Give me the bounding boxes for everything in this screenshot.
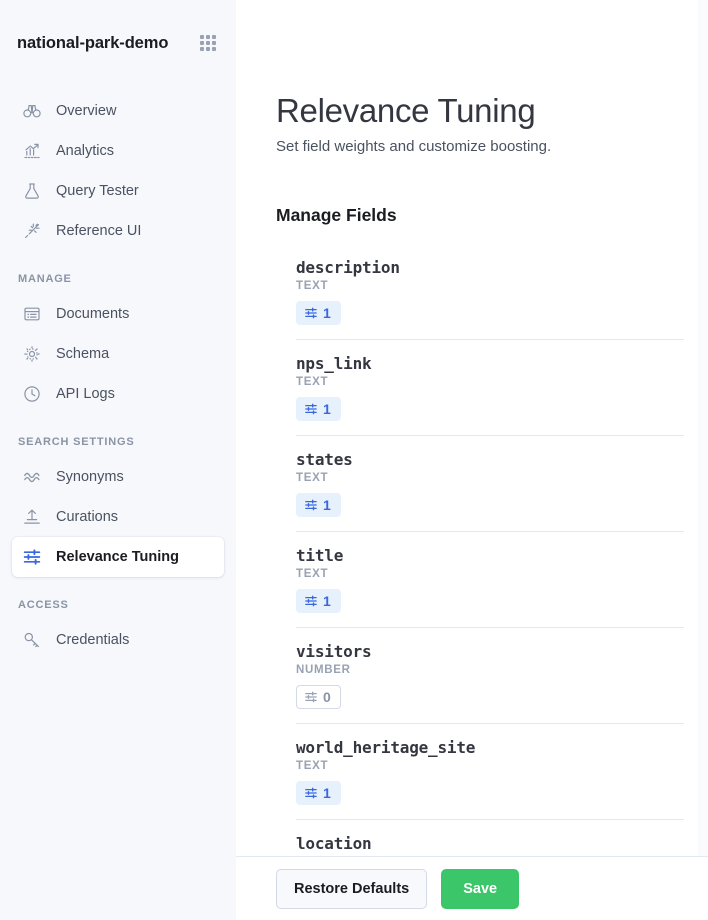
sidebar-group-label: SEARCH SETTINGS [0, 436, 236, 448]
field-weight-badge[interactable]: 0 [296, 685, 341, 709]
sidebar-item-label: Overview [56, 103, 116, 119]
sliders-icon [304, 594, 318, 608]
sidebar-item-synonyms[interactable]: Synonyms [12, 457, 224, 497]
key-icon [22, 630, 42, 650]
sidebar-item-label: Schema [56, 346, 109, 362]
field-row: title TEXT 1 [296, 532, 684, 628]
sidebar-item-reference-ui[interactable]: Reference UI [12, 211, 224, 251]
sidebar-item-analytics[interactable]: Analytics [12, 131, 224, 171]
sidebar-item-schema[interactable]: Schema [12, 334, 224, 374]
app-root: national-park-demo Overview Analytics Quer… [0, 0, 708, 920]
sidebar-group-label: ACCESS [0, 599, 236, 611]
field-type: TEXT [296, 280, 684, 292]
sidebar: national-park-demo Overview Analytics Quer… [0, 0, 236, 920]
sidebar-item-curations[interactable]: Curations [12, 497, 224, 537]
sliders-icon [304, 402, 318, 416]
grid-dot [212, 35, 216, 39]
main-scroll-area: Relevance Tuning Set field weights and c… [236, 0, 708, 920]
field-name: states [296, 450, 684, 469]
field-type: TEXT [296, 760, 684, 772]
grid-dot [200, 47, 204, 51]
clock-icon [22, 384, 42, 404]
sidebar-item-relevance-tuning[interactable]: Relevance Tuning [12, 537, 224, 577]
engine-name: national-park-demo [17, 34, 168, 53]
sidebar-item-documents[interactable]: Documents [12, 294, 224, 334]
sidebar-item-label: Synonyms [56, 469, 124, 485]
tilde-icon [22, 467, 42, 487]
gear-icon [22, 344, 42, 364]
chart-arrow-icon [22, 141, 42, 161]
sidebar-nav: Overview Analytics Query Tester Reference U… [0, 91, 236, 660]
sidebar-item-label: Relevance Tuning [56, 549, 179, 565]
field-name: visitors [296, 642, 684, 661]
grid-apps-icon[interactable] [200, 35, 216, 51]
action-bar: Restore Defaults Save [236, 856, 708, 920]
field-type: TEXT [296, 472, 684, 484]
field-name: description [296, 258, 684, 277]
field-row: nps_link TEXT 1 [296, 340, 684, 436]
sidebar-item-overview[interactable]: Overview [12, 91, 224, 131]
field-row: visitors NUMBER 0 [296, 628, 684, 724]
field-weight-value: 1 [323, 593, 331, 609]
sidebar-item-label: API Logs [56, 386, 115, 402]
main-content: Relevance Tuning Set field weights and c… [236, 0, 708, 920]
sliders-icon [304, 690, 318, 704]
field-name: location [296, 834, 684, 853]
grid-dot [206, 41, 210, 45]
sliders-icon [304, 498, 318, 512]
grid-dot [200, 35, 204, 39]
field-name: world_heritage_site [296, 738, 684, 757]
field-name: nps_link [296, 354, 684, 373]
field-type: TEXT [296, 568, 684, 580]
field-weight-badge[interactable]: 1 [296, 589, 341, 613]
scroll-gutter[interactable] [698, 0, 708, 920]
grid-dot [206, 47, 210, 51]
document-list-icon [22, 304, 42, 324]
field-type: TEXT [296, 376, 684, 388]
field-weight-badge[interactable]: 1 [296, 781, 341, 805]
page-title: Relevance Tuning [276, 93, 696, 129]
sidebar-item-label: Documents [56, 306, 129, 322]
field-weight-value: 1 [323, 497, 331, 513]
save-button[interactable]: Save [441, 869, 519, 909]
field-weight-value: 1 [323, 401, 331, 417]
sliders-icon [304, 786, 318, 800]
field-list: description TEXT 1 nps_link TEXT 1 states TEXT 1… [296, 244, 696, 915]
sidebar-item-label: Query Tester [56, 183, 139, 199]
magic-wand-icon [22, 221, 42, 241]
field-type: NUMBER [296, 664, 684, 676]
field-weight-value: 1 [323, 305, 331, 321]
grid-dot [206, 35, 210, 39]
sidebar-item-credentials[interactable]: Credentials [12, 620, 224, 660]
sliders-icon [304, 306, 318, 320]
field-weight-badge[interactable]: 1 [296, 397, 341, 421]
flask-icon [22, 181, 42, 201]
field-weight-badge[interactable]: 1 [296, 493, 341, 517]
sidebar-item-label: Curations [56, 509, 118, 525]
field-name: title [296, 546, 684, 565]
page-subtitle: Set field weights and customize boosting… [276, 138, 696, 155]
sidebar-item-query-tester[interactable]: Query Tester [12, 171, 224, 211]
field-weight-value: 1 [323, 785, 331, 801]
field-row: description TEXT 1 [296, 244, 684, 340]
sliders-icon [22, 547, 42, 567]
field-weight-value: 0 [323, 689, 331, 705]
grid-dot [212, 47, 216, 51]
field-weight-badge[interactable]: 1 [296, 301, 341, 325]
sidebar-item-label: Reference UI [56, 223, 141, 239]
restore-defaults-button[interactable]: Restore Defaults [276, 869, 427, 909]
sidebar-item-api-logs[interactable]: API Logs [12, 374, 224, 414]
sidebar-item-label: Credentials [56, 632, 129, 648]
arrow-up-line-icon [22, 507, 42, 527]
grid-dot [200, 41, 204, 45]
sidebar-item-label: Analytics [56, 143, 114, 159]
field-row: world_heritage_site TEXT 1 [296, 724, 684, 820]
field-row: states TEXT 1 [296, 436, 684, 532]
section-title-manage-fields: Manage Fields [276, 205, 696, 226]
sidebar-group-label: MANAGE [0, 273, 236, 285]
sidebar-header: national-park-demo [0, 0, 236, 64]
binoculars-icon [22, 101, 42, 121]
grid-dot [212, 41, 216, 45]
